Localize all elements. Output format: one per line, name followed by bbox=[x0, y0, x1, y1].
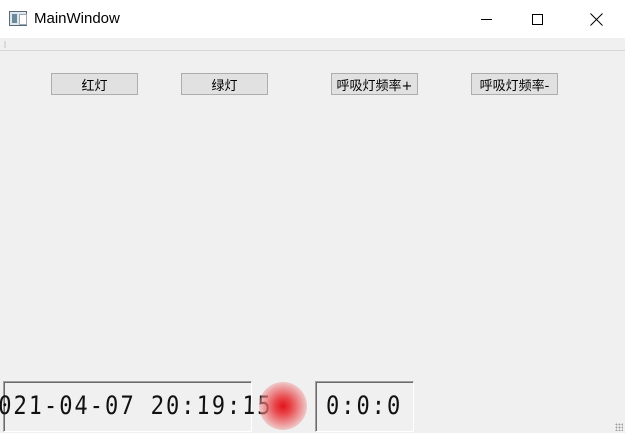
breathing-light-indicator bbox=[259, 382, 307, 430]
central-widget bbox=[0, 52, 625, 433]
window-title: MainWindow bbox=[34, 10, 120, 27]
maximize-button[interactable] bbox=[514, 0, 560, 38]
close-button[interactable] bbox=[573, 0, 619, 38]
title-bar[interactable]: MainWindow bbox=[0, 0, 625, 38]
datetime-lcd-display: 2021-04-07 20:19:15 bbox=[0, 381, 273, 432]
breath-frequency-decrease-button[interactable]: 呼吸灯频率- bbox=[471, 73, 558, 95]
breath-frequency-increase-button[interactable]: 呼吸灯频率+ bbox=[331, 73, 418, 95]
timer-value: 0:0:0 bbox=[325, 392, 404, 421]
resize-grip-icon[interactable] bbox=[615, 423, 623, 431]
close-icon bbox=[590, 13, 603, 26]
datetime-value: 2021-04-07 20:19:15 bbox=[0, 392, 273, 421]
minimize-button[interactable] bbox=[463, 0, 509, 38]
maximize-icon bbox=[531, 13, 543, 25]
window-icon bbox=[9, 11, 27, 26]
toolbar bbox=[0, 38, 625, 51]
minimize-icon bbox=[480, 18, 492, 20]
green-light-button[interactable]: 绿灯 bbox=[181, 73, 268, 95]
toolbar-grip-handle[interactable] bbox=[4, 41, 6, 48]
timer-lcd-display: 0:0:0 bbox=[315, 381, 414, 432]
red-light-button[interactable]: 红灯 bbox=[51, 73, 138, 95]
